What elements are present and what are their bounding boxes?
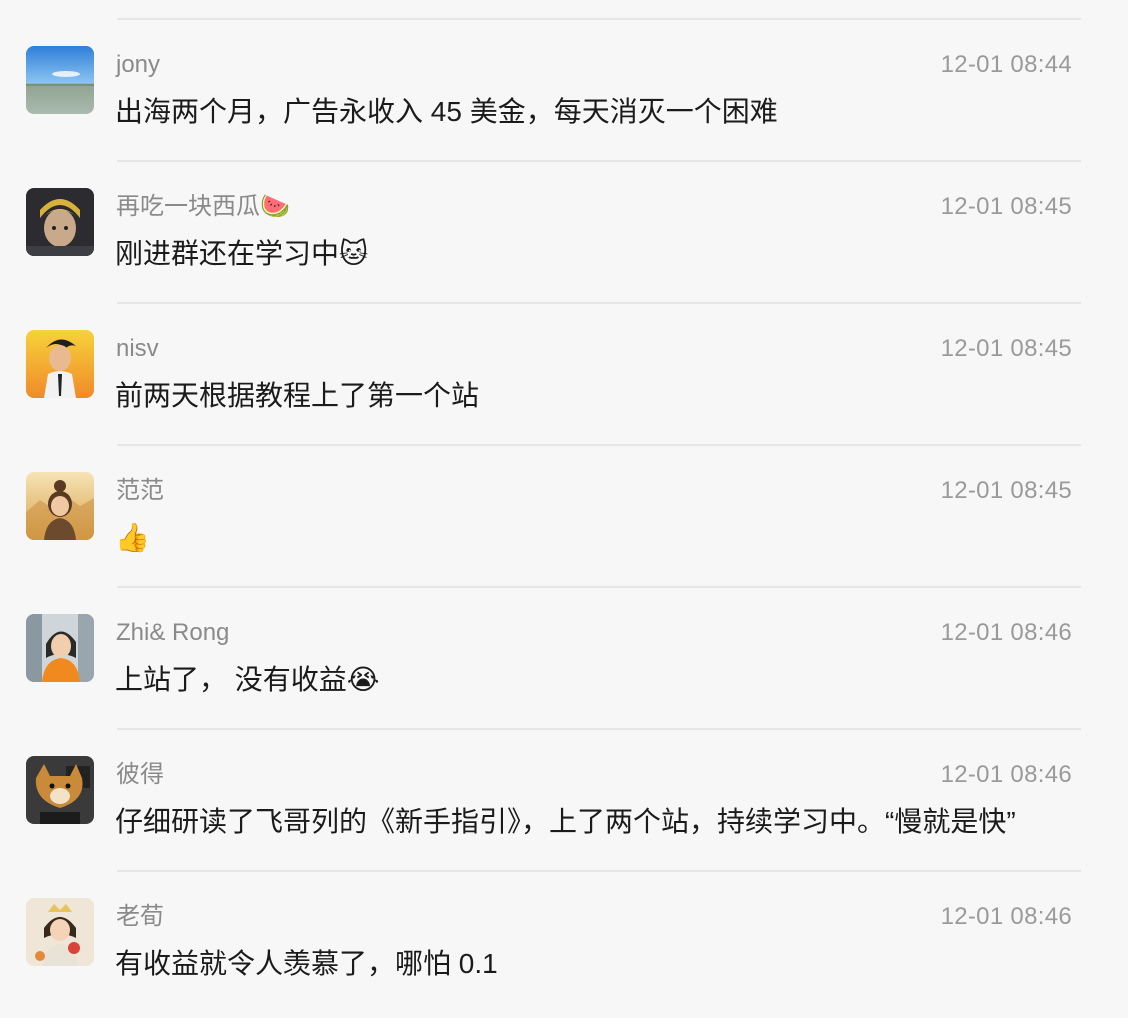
sender-name[interactable]: 彼得 <box>116 760 164 790</box>
sender-name[interactable]: jony <box>116 50 160 80</box>
timestamp: 12-01 08:46 <box>940 619 1072 646</box>
avatar-image <box>26 898 94 966</box>
sender-name[interactable]: 范范 <box>116 476 164 506</box>
avatar[interactable] <box>26 330 94 398</box>
sender-name[interactable]: Zhi& Rong <box>116 618 229 648</box>
message-text: 👍 <box>115 522 150 553</box>
message-item[interactable]: 再吃一块西瓜🍉 12-01 08:45 刚进群还在学习中🐱 <box>0 142 1128 284</box>
avatar-image <box>26 756 94 824</box>
chat-message-list: jony 12-01 08:44 出海两个月，广告永收入 45 美金，每天消灭一… <box>0 0 1128 1018</box>
message-text: 出海两个月，广告永收入 45 美金，每天消灭一个困难 <box>115 96 778 127</box>
avatar[interactable] <box>26 756 94 824</box>
avatar[interactable] <box>26 898 94 966</box>
message-text: 刚进群还在学习中🐱 <box>115 238 369 269</box>
avatar[interactable] <box>26 614 94 682</box>
message-text: 上站了， 没有收益😭 <box>115 664 380 695</box>
timestamp: 12-01 08:46 <box>940 903 1072 930</box>
message-item[interactable]: jony 12-01 08:44 出海两个月，广告永收入 45 美金，每天消灭一… <box>0 0 1128 142</box>
sender-name[interactable]: 老荀 <box>116 902 164 932</box>
avatar[interactable] <box>26 472 94 540</box>
timestamp: 12-01 08:46 <box>940 761 1072 788</box>
avatar[interactable] <box>26 188 94 256</box>
avatar-image <box>26 472 94 540</box>
avatar[interactable] <box>26 46 94 114</box>
avatar-image <box>26 614 94 682</box>
message-item[interactable]: 范范 12-01 08:45 👍 <box>0 426 1128 568</box>
message-text: 有收益就令人羡慕了，哪怕 0.1 <box>115 948 498 979</box>
message-item[interactable]: nisv 12-01 08:45 前两天根据教程上了第一个站 <box>0 284 1128 426</box>
sender-name[interactable]: 再吃一块西瓜🍉 <box>116 192 290 222</box>
timestamp: 12-01 08:45 <box>940 477 1072 504</box>
message-text: 仔细研读了飞哥列的《新手指引》，上了两个站，持续学习中。“慢就是快” <box>115 806 1016 837</box>
message-text: 前两天根据教程上了第一个站 <box>115 380 480 411</box>
message-item[interactable]: Zhi& Rong 12-01 08:46 上站了， 没有收益😭 <box>0 568 1128 710</box>
timestamp: 12-01 08:44 <box>940 51 1072 78</box>
avatar-image <box>26 188 94 256</box>
timestamp: 12-01 08:45 <box>940 335 1072 362</box>
timestamp: 12-01 08:45 <box>940 193 1072 220</box>
avatar-image <box>26 330 94 398</box>
avatar-image <box>26 46 94 114</box>
message-item[interactable]: 老荀 12-01 08:46 有收益就令人羡慕了，哪怕 0.1 <box>0 852 1128 994</box>
sender-name[interactable]: nisv <box>116 334 159 364</box>
message-item[interactable]: 彼得 12-01 08:46 仔细研读了飞哥列的《新手指引》，上了两个站，持续学… <box>0 710 1128 852</box>
